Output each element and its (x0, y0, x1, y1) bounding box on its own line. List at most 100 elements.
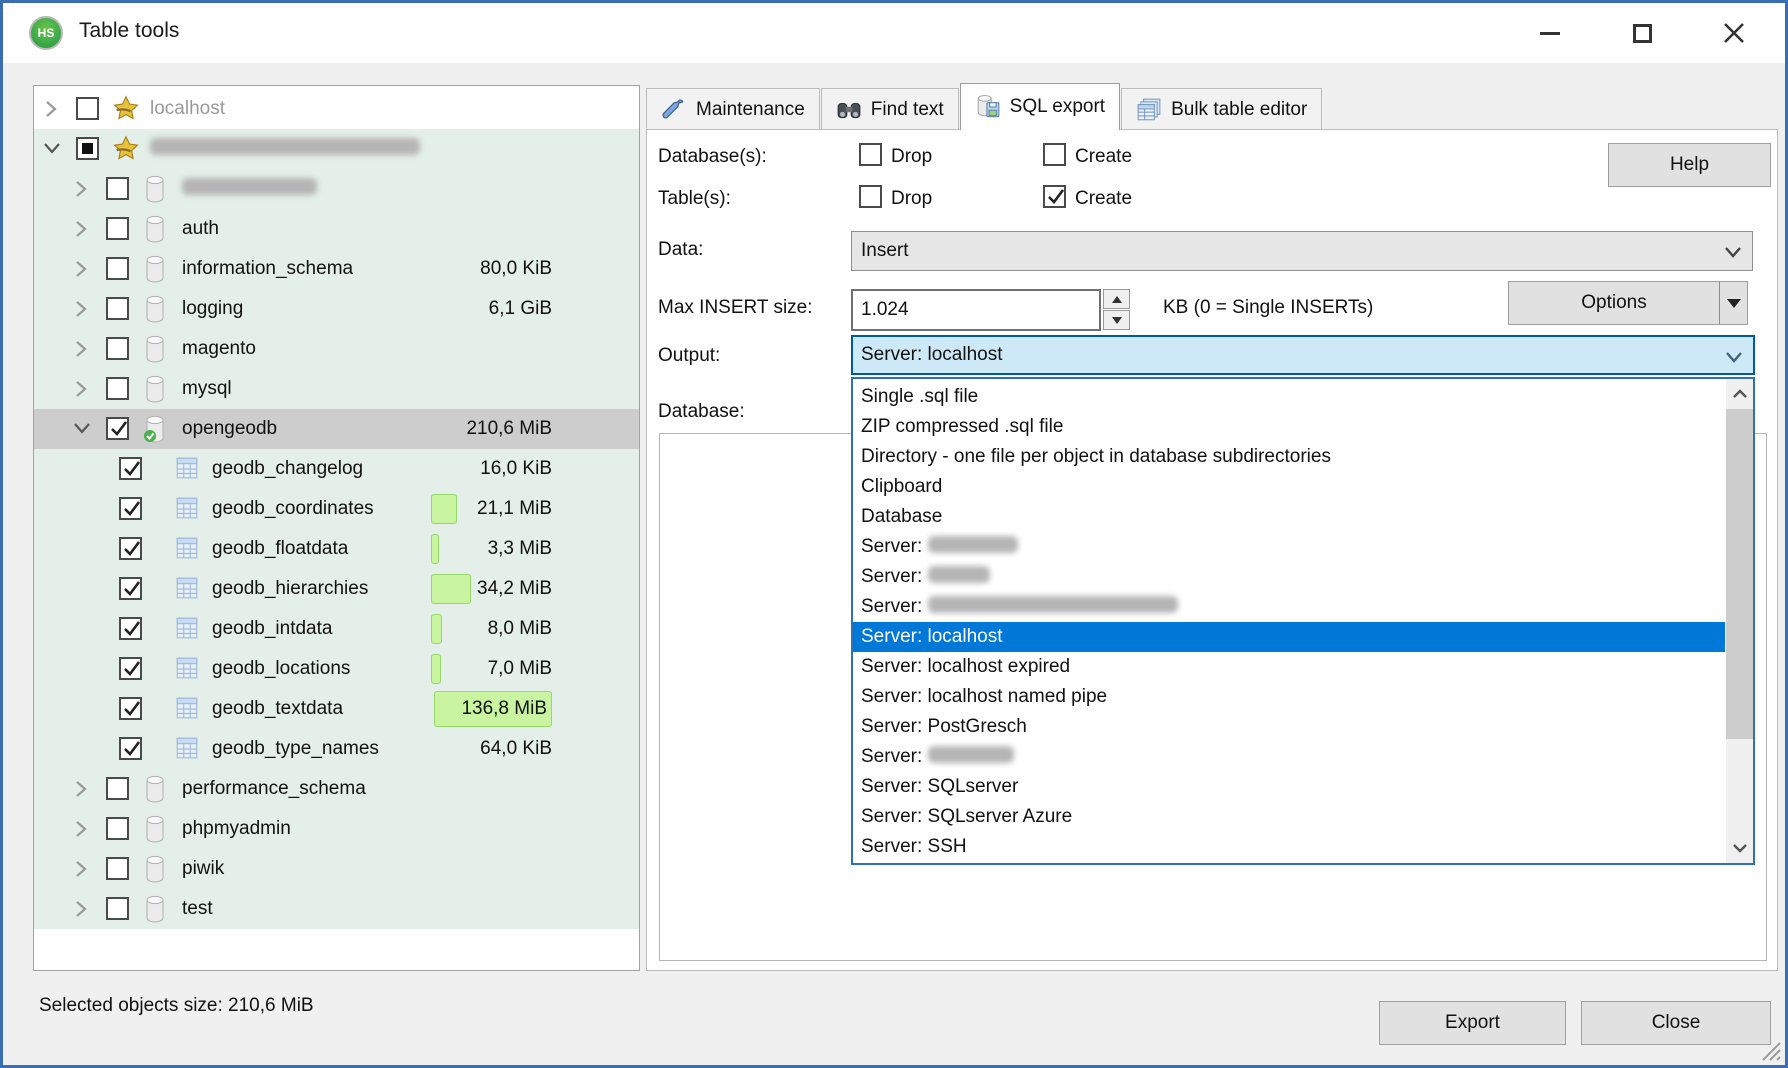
options-button[interactable]: Options (1508, 281, 1748, 325)
tree-row-localhost[interactable]: localhost (34, 89, 639, 129)
tree-checkbox-logging[interactable] (106, 297, 129, 320)
tree-checkbox-phpmyadmin[interactable] (106, 817, 129, 840)
chevron-down-icon[interactable] (72, 419, 92, 439)
tree-row-geodb_locations[interactable]: geodb_locations7,0 MiB (34, 649, 639, 689)
minimize-icon (1540, 32, 1560, 35)
tree-row-geodb_type_names[interactable]: geodb_type_names64,0 KiB (34, 729, 639, 769)
tree-row-performance_schema[interactable]: performance_schema (34, 769, 639, 809)
tables-create-checkbox[interactable] (1043, 185, 1066, 208)
tree-row-information_schema[interactable]: information_schema80,0 KiB (34, 249, 639, 289)
tree-checkbox-mysql[interactable] (106, 377, 129, 400)
output-option[interactable]: Server: SSH (853, 832, 1725, 862)
chevron-right-icon[interactable] (72, 819, 92, 839)
stepper-down-button[interactable] (1103, 310, 1130, 330)
tree-row-geodb_floatdata[interactable]: geodb_floatdata3,3 MiB (34, 529, 639, 569)
output-option[interactable]: Server: (853, 592, 1725, 622)
tree-row-redacted[interactable] (34, 169, 639, 209)
scrollbar-down-button[interactable] (1726, 833, 1753, 863)
stepper-up-button[interactable] (1103, 289, 1130, 309)
tree-checkbox-piwik[interactable] (106, 857, 129, 880)
tree-checkbox-geodb_coordinates[interactable] (119, 497, 142, 520)
output-option[interactable]: Clipboard (853, 472, 1725, 502)
output-option[interactable]: ZIP compressed .sql file (853, 412, 1725, 442)
tab-sql-export[interactable]: SQL export (960, 83, 1120, 130)
tree-row-geodb_hierarchies[interactable]: geodb_hierarchies34,2 MiB (34, 569, 639, 609)
tree-checkbox-geodb_intdata[interactable] (119, 617, 142, 640)
chevron-right-icon[interactable] (42, 99, 62, 119)
tree-checkbox-geodb_locations[interactable] (119, 657, 142, 680)
tree-checkbox-magento[interactable] (106, 337, 129, 360)
output-option[interactable]: Server: (853, 562, 1725, 592)
tree-checkbox-information_schema[interactable] (106, 257, 129, 280)
tree-row-piwik[interactable]: piwik (34, 849, 639, 889)
output-option[interactable]: Server: (853, 532, 1725, 562)
output-option[interactable]: Single .sql file (853, 382, 1725, 412)
tab-find-text[interactable]: Find text (821, 88, 959, 130)
scrollbar-up-button[interactable] (1726, 379, 1753, 409)
chevron-right-icon[interactable] (72, 379, 92, 399)
close-button[interactable]: Close (1581, 1001, 1771, 1045)
tree-checkbox-test[interactable] (106, 897, 129, 920)
tree-checkbox-geodb_textdata[interactable] (119, 697, 142, 720)
output-option[interactable]: Server: (853, 742, 1725, 772)
tree-row-phpmyadmin[interactable]: phpmyadmin (34, 809, 639, 849)
tree-checkbox-geodb_floatdata[interactable] (119, 537, 142, 560)
tree-checkbox-geodb_changelog[interactable] (119, 457, 142, 480)
tree-row-geodb_changelog[interactable]: geodb_changelog16,0 KiB (34, 449, 639, 489)
tree-row-geodb_coordinates[interactable]: geodb_coordinates21,1 MiB (34, 489, 639, 529)
tables-drop-checkbox[interactable] (859, 185, 882, 208)
tree-label-piwik: piwik (182, 849, 224, 889)
tree-row-geodb_intdata[interactable]: geodb_intdata8,0 MiB (34, 609, 639, 649)
output-combobox[interactable]: Server: localhost (851, 335, 1755, 375)
tree-row-mysql[interactable]: mysql (34, 369, 639, 409)
scrollbar-thumb[interactable] (1726, 409, 1753, 739)
minimize-button[interactable] (1527, 15, 1573, 51)
output-option[interactable]: Server: PostGresch (853, 712, 1725, 742)
output-option[interactable]: Database (853, 502, 1725, 532)
tree-checkbox-geodb_type_names[interactable] (119, 737, 142, 760)
tree-row-geodb_textdata[interactable]: geodb_textdata136,8 MiB (34, 689, 639, 729)
output-option[interactable]: Server: SQLserver (853, 772, 1725, 802)
tree-row-opengeodb[interactable]: opengeodb210,6 MiB (34, 409, 639, 449)
databases-drop-checkbox[interactable] (859, 143, 882, 166)
max-insert-size-input[interactable]: 1.024 (851, 289, 1101, 331)
output-option[interactable]: Server: localhost (853, 622, 1725, 652)
chevron-right-icon[interactable] (72, 779, 92, 799)
chevron-right-icon[interactable] (72, 299, 92, 319)
data-mode-select[interactable]: Insert (851, 231, 1753, 271)
tree-row-auth[interactable]: auth (34, 209, 639, 249)
tree-checkbox-performance_schema[interactable] (106, 777, 129, 800)
tree-row-test[interactable]: test (34, 889, 639, 929)
chevron-right-icon[interactable] (72, 179, 92, 199)
chevron-right-icon[interactable] (72, 219, 92, 239)
tab-bulk-table-editor[interactable]: Bulk table editor (1121, 88, 1322, 130)
options-dropdown-arrow[interactable] (1719, 282, 1747, 324)
table-icon (174, 655, 202, 683)
help-button[interactable]: Help (1608, 143, 1771, 187)
output-option[interactable]: Server: SQLserver Azure (853, 802, 1725, 832)
output-option[interactable]: Server: localhost expired (853, 652, 1725, 682)
export-button[interactable]: Export (1379, 1001, 1566, 1045)
tree-checkbox-opengeodb[interactable] (106, 417, 129, 440)
databases-create-checkbox[interactable] (1043, 143, 1066, 166)
tree-checkbox-localhost[interactable] (76, 97, 99, 120)
chevron-down-icon[interactable] (42, 139, 62, 159)
tab-maintenance[interactable]: Maintenance (646, 88, 820, 130)
chevron-right-icon[interactable] (72, 899, 92, 919)
resize-grip[interactable] (1759, 1039, 1781, 1061)
tree-row-logging[interactable]: logging6,1 GiB (34, 289, 639, 329)
tree-checkbox-auth[interactable] (106, 217, 129, 240)
close-window-button[interactable] (1711, 15, 1757, 51)
chevron-right-icon[interactable] (72, 339, 92, 359)
output-option[interactable]: Directory - one file per object in datab… (853, 442, 1725, 472)
chevron-right-icon[interactable] (72, 259, 92, 279)
tree-checkbox-redacted[interactable] (76, 137, 99, 160)
tree-checkbox-redacted[interactable] (106, 177, 129, 200)
tree-row-redacted[interactable] (34, 129, 639, 169)
chevron-right-icon[interactable] (72, 859, 92, 879)
tree-row-magento[interactable]: magento (34, 329, 639, 369)
maximize-button[interactable] (1619, 15, 1665, 51)
tree-checkbox-geodb_hierarchies[interactable] (119, 577, 142, 600)
dropdown-scrollbar[interactable] (1726, 379, 1753, 863)
output-option[interactable]: Server: localhost named pipe (853, 682, 1725, 712)
